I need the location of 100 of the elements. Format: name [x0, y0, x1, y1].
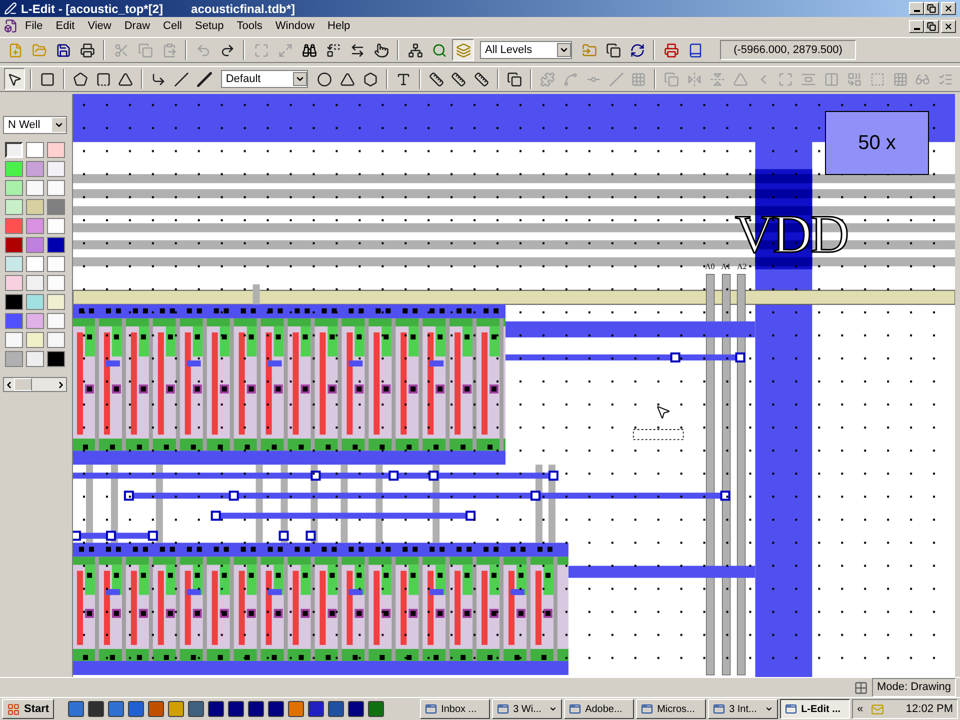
app-icon[interactable] [148, 701, 164, 717]
layer-swatch[interactable] [5, 256, 23, 272]
palette-scrollbar[interactable] [3, 377, 67, 392]
stacked-squares-icon [606, 42, 620, 58]
redo-icon [220, 42, 234, 58]
layer-swatch[interactable] [26, 199, 44, 215]
layer-swatch[interactable] [26, 294, 44, 310]
layer-dropdown[interactable]: N Well [3, 116, 67, 134]
minimize-button[interactable] [909, 2, 924, 15]
layer-swatch[interactable] [26, 161, 44, 177]
layer-swatch[interactable] [47, 256, 65, 272]
taskbar-button[interactable]: 3 Int... [708, 699, 778, 719]
layer-swatch[interactable] [5, 294, 23, 310]
layer-swatch[interactable] [26, 275, 44, 291]
undo-icon [196, 42, 210, 58]
layer-swatch[interactable] [26, 142, 44, 158]
caret-icon [549, 705, 558, 713]
dropdown[interactable]: All Levels [480, 41, 572, 59]
app-icon[interactable] [268, 701, 284, 717]
windows-logo-icon [7, 702, 20, 716]
app-icon[interactable] [288, 701, 304, 717]
close-button[interactable] [941, 20, 956, 32]
app-window-icon [497, 703, 510, 715]
layer-swatch[interactable] [5, 199, 23, 215]
layer-swatch[interactable] [5, 180, 23, 196]
app-icon[interactable] [108, 701, 124, 717]
glasses-icon [915, 72, 930, 86]
layer-swatch[interactable] [26, 351, 44, 367]
layer-swatch[interactable] [26, 256, 44, 272]
search-icon [432, 42, 446, 58]
taskbar-button[interactable]: 3 Wi... [492, 699, 562, 719]
menu-item[interactable]: Help [322, 18, 356, 34]
layer-swatch[interactable] [47, 332, 65, 348]
layers-button[interactable] [452, 39, 474, 61]
layer-swatch[interactable] [26, 180, 44, 196]
layer-swatch[interactable] [26, 332, 44, 348]
menu-item[interactable]: Edit [50, 18, 81, 34]
layer-swatch[interactable] [5, 313, 23, 329]
folder-arrow-icon [582, 42, 596, 58]
layer-swatch[interactable] [47, 199, 65, 215]
layer-swatch[interactable] [26, 313, 44, 329]
layer-swatch[interactable] [47, 161, 65, 177]
ruler-icon [474, 72, 490, 86]
menu-item[interactable]: Cell [157, 18, 188, 34]
layer-swatch[interactable] [5, 351, 23, 367]
start-button[interactable]: Start [2, 699, 54, 719]
restore-button[interactable] [924, 2, 939, 15]
menu-item[interactable]: Draw [118, 18, 156, 34]
layer-swatch[interactable] [5, 142, 23, 158]
taskbar-button[interactable]: Micros... [636, 699, 706, 719]
scroll-thumb[interactable] [14, 378, 32, 391]
document-icon [4, 19, 18, 33]
taskbar-button[interactable]: Adobe... [564, 699, 634, 719]
layer-swatch[interactable] [5, 332, 23, 348]
app-icon[interactable] [248, 701, 264, 717]
app-icon[interactable] [228, 701, 244, 717]
window-title: L-Edit - [acoustic_top*[2] [21, 0, 164, 18]
menu-item[interactable]: View [82, 18, 118, 34]
restore-button[interactable] [924, 20, 939, 32]
app-icon[interactable] [328, 701, 344, 717]
layer-swatch[interactable] [47, 142, 65, 158]
layer-swatch[interactable] [5, 161, 23, 177]
caret-icon [765, 705, 774, 713]
taskbar-button[interactable]: Inbox ... [420, 699, 490, 719]
layer-swatch[interactable] [47, 294, 65, 310]
pin-label: A2 [737, 263, 747, 271]
app-icon[interactable] [348, 701, 364, 717]
app-icon[interactable] [68, 701, 84, 717]
diagonal-line-icon [608, 72, 624, 86]
close-button[interactable] [941, 2, 956, 15]
layer-swatch[interactable] [47, 313, 65, 329]
new-file-icon [8, 42, 22, 58]
layer-swatch[interactable] [26, 237, 44, 253]
menu-item[interactable]: Window [269, 18, 321, 34]
layer-swatch[interactable] [5, 275, 23, 291]
menu-item[interactable]: Setup [188, 18, 230, 34]
layer-swatch[interactable] [47, 275, 65, 291]
minimize-button[interactable] [909, 20, 924, 32]
app-icon[interactable] [208, 701, 224, 717]
menu-item[interactable]: File [19, 18, 49, 34]
layer-swatch[interactable] [5, 237, 23, 253]
layer-swatch[interactable] [47, 180, 65, 196]
layer-swatch[interactable] [47, 351, 65, 367]
minimize-icon [914, 10, 920, 12]
align-icon [801, 72, 816, 86]
paste-icon [162, 42, 176, 58]
corner-shape-icon [96, 72, 111, 86]
layer-swatch[interactable] [47, 237, 65, 253]
hierarchy-icon [408, 42, 422, 58]
pointer-button[interactable] [4, 68, 25, 90]
stacked-squares-icon [507, 72, 522, 86]
menu-item[interactable]: Tools [230, 18, 268, 34]
dropdown[interactable]: Default [220, 70, 308, 88]
pointer-hand-icon [374, 42, 388, 58]
taskbar-button[interactable]: L-Edit ... [780, 699, 850, 719]
tray-toggle[interactable]: « [857, 700, 864, 718]
app-icon[interactable] [308, 701, 324, 717]
layer-swatch[interactable] [26, 218, 44, 234]
layer-swatch[interactable] [5, 218, 23, 234]
layer-swatch[interactable] [47, 218, 65, 234]
